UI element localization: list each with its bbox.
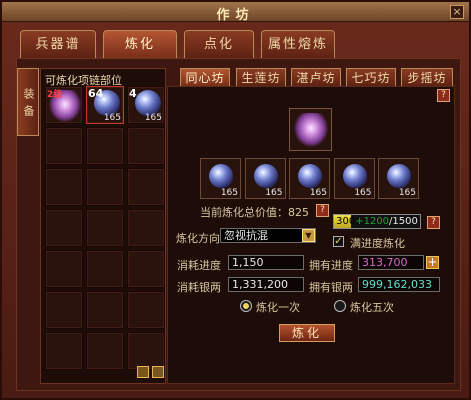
- inventory-slot-empty[interactable]: [45, 332, 83, 370]
- material-count: 165: [309, 188, 327, 198]
- slot-badge: 64: [88, 87, 104, 100]
- lock-icon[interactable]: [152, 366, 164, 378]
- consume-progress-label: 消耗进度: [177, 259, 221, 272]
- material-slot[interactable]: 165: [200, 158, 241, 199]
- subtab-zhanlu[interactable]: 湛卢坊: [291, 68, 341, 86]
- inventory-grid: 2级 64 165 4 165: [45, 86, 166, 376]
- inventory-slot-empty[interactable]: [127, 332, 165, 370]
- blue-gem-icon: [253, 164, 278, 188]
- full-progress-checkbox[interactable]: ✓: [333, 236, 344, 247]
- material-slot[interactable]: 165: [333, 158, 375, 199]
- consume-silver-field: 1,331,200: [228, 277, 304, 292]
- progress-text: 300+1200/1500: [336, 216, 418, 227]
- blue-gem-icon: [387, 164, 411, 188]
- subtab-shenglian[interactable]: 生莲坊: [236, 68, 286, 86]
- owned-silver-field: 999,162,033: [358, 277, 440, 292]
- inventory-slot-empty[interactable]: [127, 209, 165, 247]
- refine-once-radio[interactable]: [240, 300, 252, 312]
- chevron-down-icon[interactable]: ▼: [302, 229, 315, 242]
- material-count: 165: [265, 188, 283, 198]
- refine-five-radio[interactable]: [334, 300, 346, 312]
- subtab-qiqiao[interactable]: 七巧坊: [346, 68, 396, 86]
- blue-gem-icon: [209, 164, 233, 188]
- inventory-slot-empty[interactable]: [45, 209, 83, 247]
- refine-five-label: 炼化五次: [350, 301, 394, 314]
- owned-silver-label: 拥有银两: [309, 281, 353, 294]
- refine-once-label: 炼化一次: [256, 301, 300, 314]
- tab-weapon-manual[interactable]: 兵器谱: [20, 30, 96, 58]
- material-slot[interactable]: 165: [289, 158, 330, 199]
- target-item-slot[interactable]: [289, 108, 332, 151]
- crystal-necklace-icon: [294, 113, 328, 147]
- lock-icon[interactable]: [137, 366, 149, 378]
- inventory-slot-empty[interactable]: [86, 209, 124, 247]
- slot-badge: 4: [129, 87, 137, 100]
- inventory-slot-empty[interactable]: [45, 127, 83, 165]
- subtab-tongxin[interactable]: 同心坊: [180, 68, 230, 86]
- inventory-slot-empty[interactable]: [45, 250, 83, 288]
- inventory-slot-empty[interactable]: [45, 168, 83, 206]
- owned-progress-field: 313,700: [358, 255, 424, 270]
- side-tab-equipment[interactable]: 装备: [17, 68, 39, 136]
- add-progress-button[interactable]: +: [426, 256, 439, 269]
- inventory-slot-blue-gem[interactable]: 4 165: [127, 86, 165, 124]
- owned-progress-label: 拥有进度: [309, 259, 353, 272]
- slot-badge: 2级: [47, 90, 63, 100]
- material-slot[interactable]: 165: [244, 158, 286, 199]
- inventory-slot-crystal-necklace[interactable]: 2级: [45, 86, 83, 124]
- inventory-slot-empty[interactable]: [86, 291, 124, 329]
- progress-help-icon[interactable]: ?: [427, 216, 440, 229]
- inventory-slot-empty[interactable]: [86, 127, 124, 165]
- slot-count: 165: [144, 113, 162, 123]
- full-progress-label: 满进度炼化: [350, 237, 405, 250]
- inventory-slot-empty[interactable]: [127, 127, 165, 165]
- inventory-slot-empty[interactable]: [127, 250, 165, 288]
- inventory-slot-empty[interactable]: [127, 291, 165, 329]
- tab-attribute-smelt[interactable]: 属性熔炼: [261, 30, 335, 58]
- slot-count: 165: [103, 113, 121, 123]
- material-count: 165: [354, 188, 372, 198]
- tab-enchant[interactable]: 点化: [184, 30, 254, 58]
- refine-progress-bar: 300+1200/1500: [333, 214, 421, 229]
- consume-silver-label: 消耗银两: [177, 281, 221, 294]
- refine-button[interactable]: 炼化: [279, 324, 335, 342]
- blue-gem-icon: [342, 164, 367, 188]
- blue-gem-icon: [298, 164, 322, 188]
- tab-refine[interactable]: 炼化: [103, 30, 177, 58]
- title-bar: 作坊 ×: [2, 2, 469, 23]
- inventory-slot-blue-gem[interactable]: 64 165: [86, 86, 124, 124]
- close-button[interactable]: ×: [450, 5, 464, 19]
- material-slot[interactable]: 165: [378, 158, 419, 199]
- subtab-buyao[interactable]: 步摇坊: [401, 68, 453, 86]
- inventory-slot-empty[interactable]: [127, 168, 165, 206]
- inventory-slot-empty[interactable]: [86, 250, 124, 288]
- total-value-label: 当前炼化总价值：825: [200, 206, 309, 219]
- direction-label: 炼化方向: [176, 232, 220, 245]
- direction-value: 忽视抗混: [224, 229, 268, 242]
- lock-controls: [137, 366, 165, 378]
- help-icon[interactable]: ?: [437, 89, 450, 102]
- inventory-slot-empty[interactable]: [45, 291, 83, 329]
- inventory-slot-empty[interactable]: [86, 332, 124, 370]
- consume-progress-field: 1,150: [228, 255, 304, 270]
- inventory-slot-empty[interactable]: [86, 168, 124, 206]
- material-count: 165: [398, 188, 416, 198]
- window-title: 作坊: [216, 8, 255, 23]
- material-count: 165: [220, 188, 238, 198]
- total-value-help-icon[interactable]: ?: [316, 204, 329, 217]
